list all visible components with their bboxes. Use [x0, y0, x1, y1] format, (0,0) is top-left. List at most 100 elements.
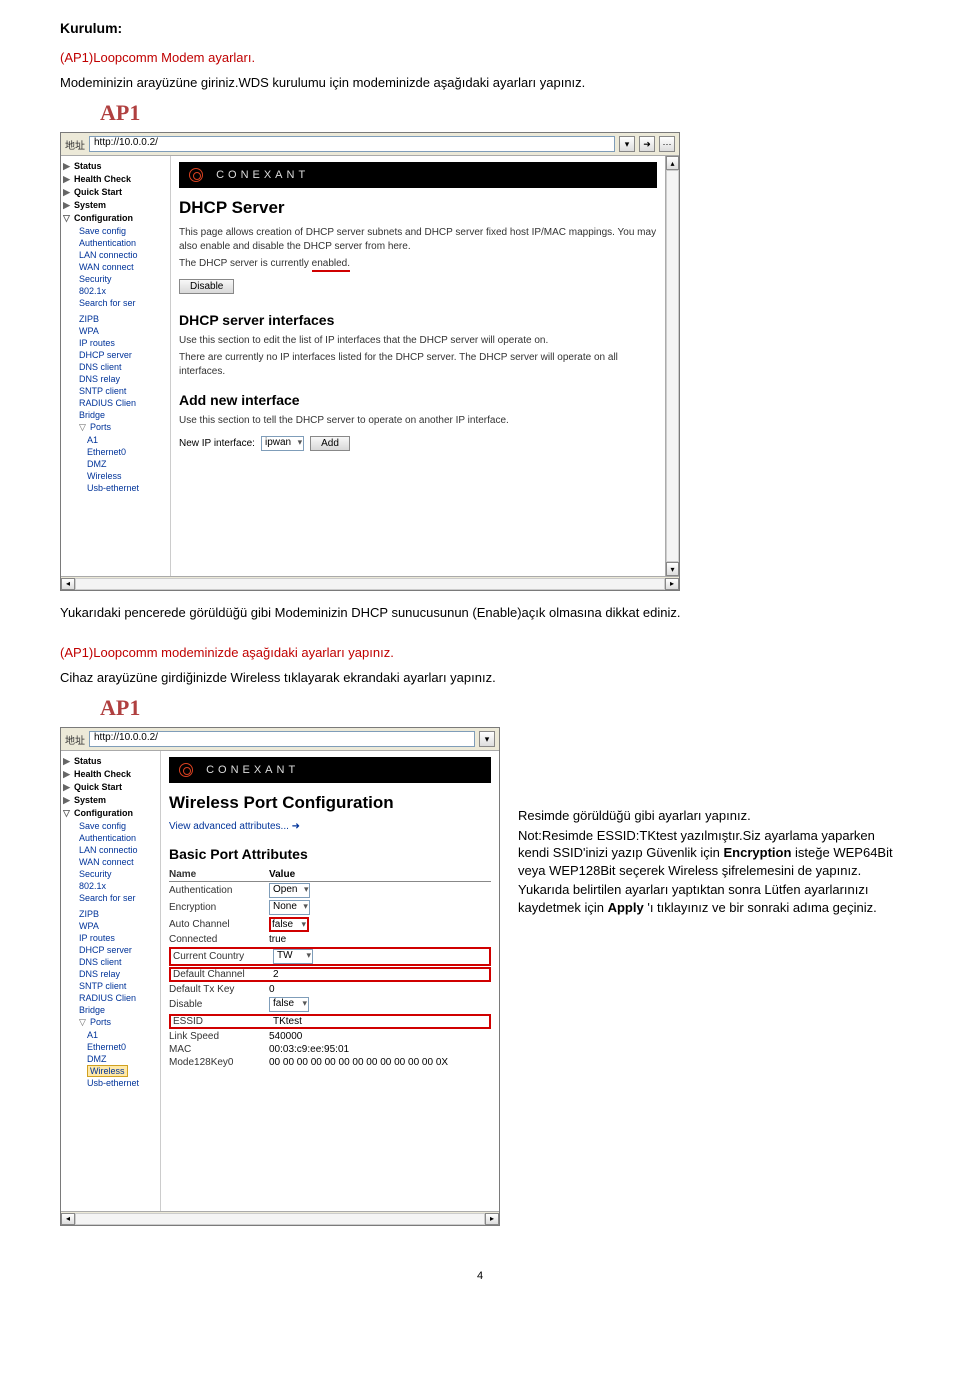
- scroll-track[interactable]: [666, 170, 679, 562]
- sidebar-subitem[interactable]: Authentication: [63, 832, 158, 844]
- sidebar-item[interactable]: ▶Status: [63, 755, 158, 768]
- vertical-scrollbar[interactable]: ▴ ▾: [665, 156, 679, 576]
- view-advanced-link[interactable]: View advanced attributes... ➜: [169, 821, 300, 832]
- sidebar-item[interactable]: ▶Health Check: [63, 768, 158, 781]
- sidebar-item[interactable]: ▶Health Check: [63, 173, 168, 186]
- sidebar-subitem[interactable]: Authentication: [63, 237, 168, 249]
- scroll-track-h[interactable]: [75, 578, 665, 590]
- attribute-select[interactable]: TW: [273, 949, 313, 964]
- attribute-row: Disablefalse: [169, 996, 491, 1013]
- sidebar-ports-2[interactable]: ▽Ports: [63, 1016, 158, 1029]
- sidebar-subitem[interactable]: Save config: [63, 225, 168, 237]
- sidebar-subitem[interactable]: WPA: [63, 920, 158, 932]
- sidebar-subitem[interactable]: Search for ser: [63, 892, 158, 904]
- attribute-row: Current CountryTW: [169, 947, 491, 966]
- sidebar-subitem[interactable]: DNS client: [63, 361, 168, 373]
- sidebar-subitem[interactable]: WAN connect: [63, 856, 158, 868]
- sidebar-item[interactable]: ▶Quick Start: [63, 186, 168, 199]
- scroll-left-icon[interactable]: ◂: [61, 578, 75, 590]
- tree-icon: ▶: [63, 161, 72, 172]
- horizontal-scrollbar[interactable]: ◂ ▸: [61, 576, 679, 590]
- attribute-row: MAC00:03:c9:ee:95:01: [169, 1043, 491, 1056]
- sidebar-item[interactable]: ▶System: [63, 199, 168, 212]
- attribute-select[interactable]: false: [269, 997, 309, 1012]
- sidebar-subitem[interactable]: Search for ser: [63, 297, 168, 309]
- sidebar-port-item[interactable]: Usb-ethernet: [63, 482, 168, 494]
- sidebar-subitem[interactable]: Save config: [63, 820, 158, 832]
- browser-window-2: 地址 http://10.0.0.2/ ▾ ▶Status▶Health Che…: [60, 727, 500, 1226]
- attribute-select[interactable]: None: [269, 900, 310, 915]
- sidebar-subitem[interactable]: WPA: [63, 325, 168, 337]
- sidebar-port-item[interactable]: Usb-ethernet: [63, 1077, 158, 1089]
- expand-icon: ▽: [79, 1017, 88, 1028]
- sidebar-subitem[interactable]: DNS client: [63, 956, 158, 968]
- sidebar-subitem[interactable]: Security: [63, 273, 168, 285]
- sidebar-subitem[interactable]: Bridge: [63, 409, 168, 421]
- sidebar-ports[interactable]: ▽Ports: [63, 421, 168, 434]
- sidebar-subitem[interactable]: Bridge: [63, 1004, 158, 1016]
- advice-line2: Not:Resimde ESSID:TKtest yazılmıştır.Siz…: [518, 827, 898, 880]
- sidebar-subitem[interactable]: DHCP server: [63, 944, 158, 956]
- sidebar-subitem[interactable]: 802.1x: [63, 285, 168, 297]
- new-ip-select[interactable]: ipwan: [261, 436, 304, 451]
- go-dropdown-icon[interactable]: ▾: [619, 136, 635, 152]
- address-input-2[interactable]: http://10.0.0.2/: [89, 731, 475, 747]
- sidebar-subitem[interactable]: Security: [63, 868, 158, 880]
- attribute-select[interactable]: Open: [269, 883, 310, 898]
- sidebar-subitem[interactable]: RADIUS Clien: [63, 992, 158, 1004]
- attribute-row: ESSIDTKtest: [169, 1014, 491, 1029]
- sidebar-port-item[interactable]: Wireless: [63, 470, 168, 482]
- sidebar-item[interactable]: ▽Configuration: [63, 212, 168, 225]
- sidebar-subitem[interactable]: SNTP client: [63, 385, 168, 397]
- disable-button[interactable]: Disable: [179, 279, 234, 294]
- sidebar-subitem[interactable]: LAN connectio: [63, 844, 158, 856]
- address-label-2: 地址: [65, 732, 85, 747]
- tree-icon: ▶: [63, 769, 72, 780]
- scroll-left-icon[interactable]: ◂: [61, 1213, 75, 1225]
- scroll-right-icon[interactable]: ▸: [485, 1213, 499, 1225]
- sidebar-item-label: Ports: [90, 422, 111, 432]
- attribute-value: false: [269, 917, 309, 932]
- sidebar-item[interactable]: ▽Configuration: [63, 807, 158, 820]
- scroll-right-icon[interactable]: ▸: [665, 578, 679, 590]
- advice-apply-word: Apply: [608, 900, 644, 915]
- sidebar-subitem[interactable]: ZIPB: [63, 313, 168, 325]
- sidebar-subitem[interactable]: WAN connect: [63, 261, 168, 273]
- sidebar-subitem[interactable]: DNS relay: [63, 373, 168, 385]
- sidebar-item[interactable]: ▶System: [63, 794, 158, 807]
- address-input[interactable]: http://10.0.0.2/: [89, 136, 615, 152]
- sidebar-subitem[interactable]: DHCP server: [63, 349, 168, 361]
- sidebar-item[interactable]: ▶Quick Start: [63, 781, 158, 794]
- go-button[interactable]: ➜: [639, 136, 655, 152]
- sidebar-port-item[interactable]: DMZ: [63, 458, 168, 470]
- horizontal-scrollbar-2[interactable]: ◂ ▸: [61, 1211, 499, 1225]
- attribute-select[interactable]: false: [269, 917, 309, 932]
- sidebar-subitem[interactable]: SNTP client: [63, 980, 158, 992]
- sidebar-subitem[interactable]: IP routes: [63, 932, 158, 944]
- sidebar-port-item[interactable]: Wireless: [63, 1065, 158, 1077]
- new-ip-label: New IP interface:: [179, 438, 255, 449]
- advice-line1: Resimde görüldüğü gibi ayarları yapınız.: [518, 807, 898, 825]
- sidebar-port-item[interactable]: A1: [63, 434, 168, 446]
- sidebar-subitem[interactable]: 802.1x: [63, 880, 158, 892]
- sidebar-subitem[interactable]: IP routes: [63, 337, 168, 349]
- sidebar-item[interactable]: ▶Status: [63, 160, 168, 173]
- sidebar-port-item[interactable]: Ethernet0: [63, 446, 168, 458]
- links-button[interactable]: ⋯: [659, 136, 675, 152]
- attribute-name: Default Channel: [173, 969, 273, 980]
- sidebar-port-item[interactable]: A1: [63, 1029, 158, 1041]
- attribute-value: 540000: [269, 1031, 302, 1042]
- sidebar-subitem[interactable]: ZIPB: [63, 908, 158, 920]
- go-dropdown-icon-2[interactable]: ▾: [479, 731, 495, 747]
- attribute-name: Connected: [169, 934, 269, 945]
- scroll-track-h2[interactable]: [75, 1213, 485, 1225]
- scroll-down-icon[interactable]: ▾: [666, 562, 679, 576]
- add-button[interactable]: Add: [310, 436, 350, 451]
- attribute-value: false: [269, 997, 309, 1012]
- sidebar-subitem[interactable]: DNS relay: [63, 968, 158, 980]
- sidebar-port-item[interactable]: Ethernet0: [63, 1041, 158, 1053]
- sidebar-subitem[interactable]: RADIUS Clien: [63, 397, 168, 409]
- scroll-up-icon[interactable]: ▴: [666, 156, 679, 170]
- sidebar-subitem[interactable]: LAN connectio: [63, 249, 168, 261]
- sidebar-port-item[interactable]: DMZ: [63, 1053, 158, 1065]
